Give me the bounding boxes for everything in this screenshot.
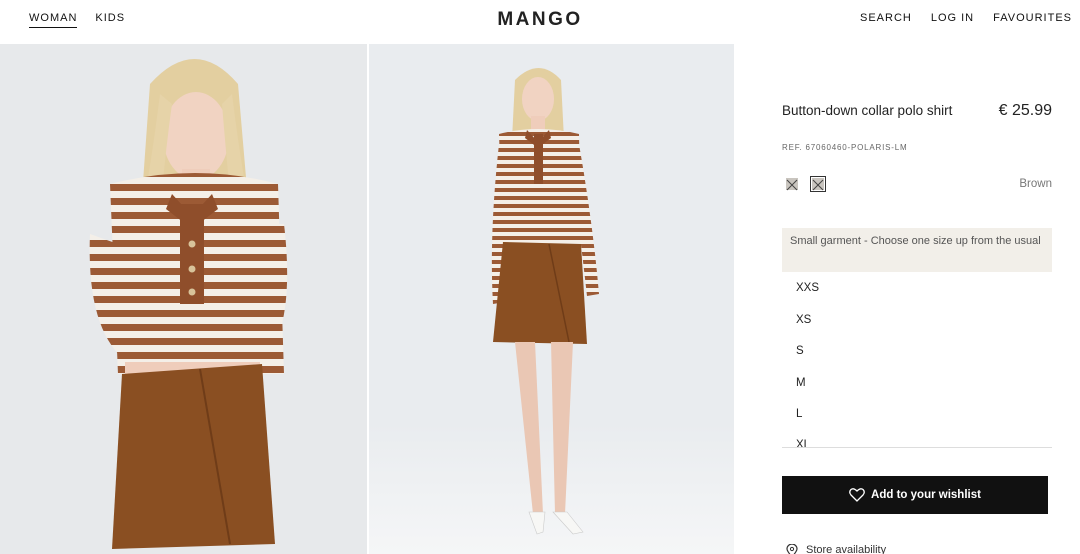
color-swatch-brown-selected[interactable] <box>810 176 826 192</box>
nav-search[interactable]: SEARCH <box>860 12 912 27</box>
product-photo-fullbody[interactable] <box>369 44 734 554</box>
unavailable-cross-icon <box>786 179 798 191</box>
color-swatches <box>786 176 826 192</box>
size-option-s[interactable]: S <box>796 345 804 357</box>
nav-favourites[interactable]: FAVOURITES <box>993 12 1072 27</box>
utility-nav: SEARCH LOG IN FAVOURITES <box>860 12 1072 27</box>
location-pin-icon <box>786 544 798 554</box>
product-price: € 25.99 <box>998 102 1052 119</box>
nav-login[interactable]: LOG IN <box>931 12 974 27</box>
product-reference: REF. 67060460-POLARIS-LM <box>782 143 908 152</box>
size-list[interactable]: XXS XS S M L XL <box>782 272 1052 448</box>
store-availability-label: Store availability <box>806 544 887 554</box>
selected-color-name: Brown <box>1019 178 1052 190</box>
size-selector: Small garment - Choose one size up from … <box>782 228 1052 448</box>
size-option-l[interactable]: L <box>796 408 802 420</box>
size-option-m[interactable]: M <box>796 377 806 389</box>
size-fit-note: Small garment - Choose one size up from … <box>782 228 1052 272</box>
size-option-xxs[interactable]: XXS <box>796 282 819 294</box>
site-header: WOMAN KIDS MANGO SEARCH LOG IN FAVOURITE… <box>0 0 1080 44</box>
add-to-wishlist-button[interactable]: Add to your wishlist <box>782 476 1048 514</box>
store-availability-link[interactable]: Store availability <box>786 544 886 554</box>
size-option-xs[interactable]: XS <box>796 314 811 326</box>
unavailable-cross-icon <box>812 179 824 191</box>
product-title: Button-down collar polo shirt <box>782 103 953 118</box>
color-swatch-1[interactable] <box>786 178 798 191</box>
product-photo-closeup[interactable] <box>0 44 367 554</box>
size-option-xl[interactable]: XL <box>796 439 810 447</box>
heart-icon <box>849 488 865 502</box>
wishlist-label: Add to your wishlist <box>871 489 981 501</box>
